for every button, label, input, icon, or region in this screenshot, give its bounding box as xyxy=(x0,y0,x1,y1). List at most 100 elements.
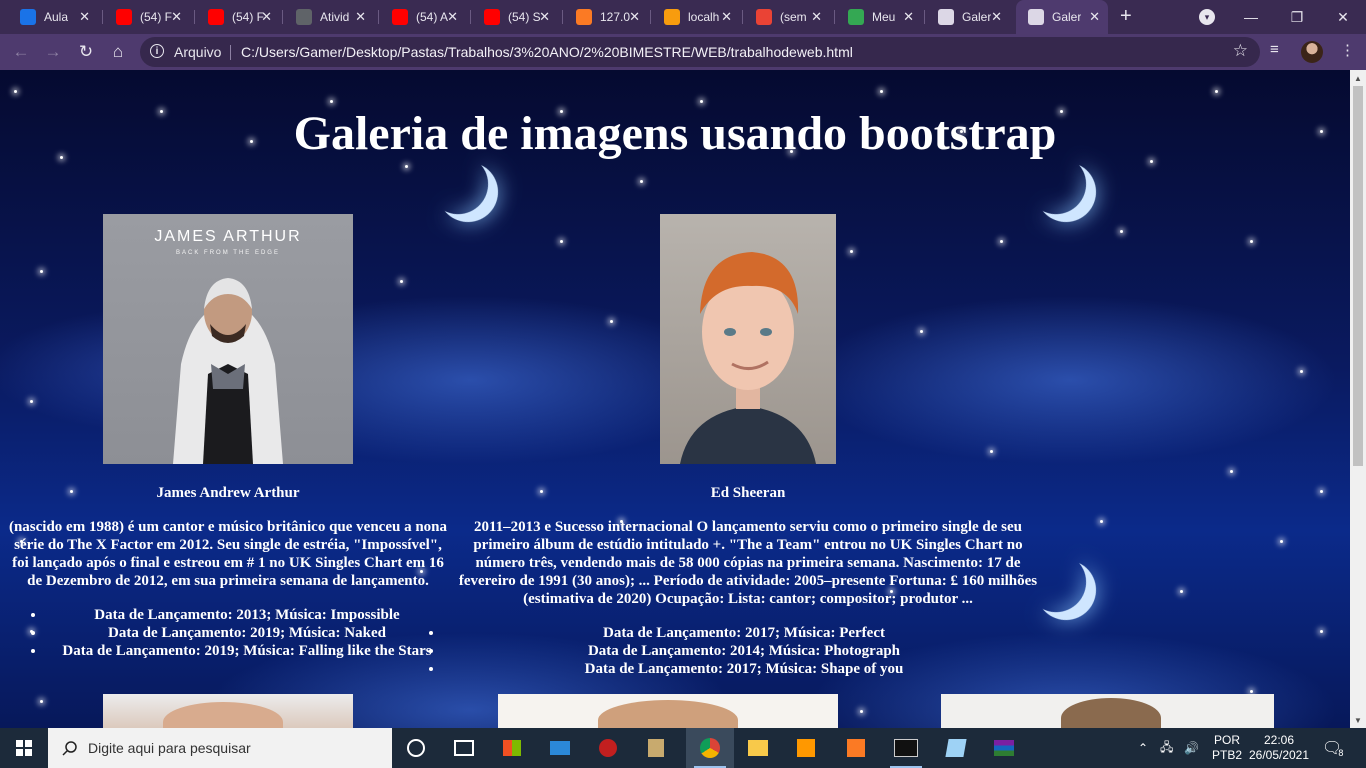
star-decoration xyxy=(560,240,563,243)
tray-chevron-icon[interactable]: ⌃ xyxy=(1138,728,1148,768)
taskbar-search-box[interactable]: Digite aqui para pesquisar xyxy=(48,728,392,768)
browser-tab[interactable]: (54) F ✕ xyxy=(196,0,280,34)
volume-icon[interactable]: 🔊 xyxy=(1184,728,1199,768)
artist-card-james-arthur: James Andrew Arthur (nascido em 1988) é … xyxy=(8,484,448,660)
task-view-icon[interactable] xyxy=(440,728,488,768)
tab-title: Galer xyxy=(1052,10,1082,24)
search-placeholder: Digite aqui para pesquisar xyxy=(88,740,251,756)
star-decoration xyxy=(1280,540,1283,543)
chrome-icon[interactable] xyxy=(686,728,734,768)
browser-tab[interactable]: Galer ✕ xyxy=(926,0,1010,34)
tab-title: Galer xyxy=(962,10,992,24)
input-language[interactable]: POR PTB2 xyxy=(1212,728,1242,768)
close-tab-icon[interactable]: ✕ xyxy=(447,9,458,25)
network-icon[interactable]: 🖧 xyxy=(1160,728,1173,768)
tab-separator xyxy=(102,10,103,24)
star-decoration xyxy=(1180,590,1183,593)
start-button[interactable] xyxy=(0,728,48,768)
star-decoration xyxy=(860,710,863,713)
tab-separator xyxy=(924,10,925,24)
tab-search-icon[interactable]: ▾ xyxy=(1199,9,1215,25)
close-window-button[interactable]: ✕ xyxy=(1320,0,1366,34)
scroll-up-arrow-icon[interactable]: ▲ xyxy=(1350,70,1366,86)
star-decoration xyxy=(40,270,43,273)
xampp-icon[interactable] xyxy=(832,728,880,768)
browser-tab[interactable]: Ativid ✕ xyxy=(284,0,374,34)
song-list: Data de Lançamento: 2017; Música: Perfec… xyxy=(444,624,1044,678)
browser-menu-icon[interactable]: ⋮ xyxy=(1340,41,1355,59)
address-bar[interactable]: i Arquivo C:/Users/Gamer/Desktop/Pastas/… xyxy=(140,37,1260,67)
sublime-text-icon[interactable] xyxy=(782,728,830,768)
tab-separator xyxy=(378,10,379,24)
classroom-icon xyxy=(20,9,36,25)
youtube-icon xyxy=(208,9,224,25)
clock-time: 22:06 xyxy=(1263,733,1295,747)
star-decoration xyxy=(700,100,703,103)
paint-icon[interactable] xyxy=(932,728,980,768)
browser-tab[interactable]: 127.0 ✕ xyxy=(564,0,648,34)
song-item: Data de Lançamento: 2014; Música: Photog… xyxy=(444,642,1044,660)
browser-tab[interactable]: Galer ✕ xyxy=(1016,0,1108,34)
browser-tab[interactable]: (54) A ✕ xyxy=(380,0,466,34)
close-tab-icon[interactable]: ✕ xyxy=(811,9,822,25)
reading-list-icon[interactable]: ≡ xyxy=(1270,41,1279,58)
close-tab-icon[interactable]: ✕ xyxy=(721,9,732,25)
star-decoration xyxy=(1320,630,1323,633)
browser-tab[interactable]: Meu ✕ xyxy=(836,0,922,34)
artist-description: (nascido em 1988) é um cantor e músico b… xyxy=(8,519,448,589)
close-tab-icon[interactable]: ✕ xyxy=(629,9,640,25)
scrollbar-thumb[interactable] xyxy=(1353,86,1363,466)
keyboard-layout: PTB2 xyxy=(1212,748,1243,762)
profile-avatar[interactable] xyxy=(1301,41,1323,63)
browser-tab[interactable]: Aula ✕ xyxy=(8,0,98,34)
notification-count: 8 xyxy=(1338,748,1344,758)
close-tab-icon[interactable]: ✕ xyxy=(79,9,90,25)
browser-toolbar: ← → ↻ ⌂ i Arquivo C:/Users/Gamer/Desktop… xyxy=(0,34,1366,70)
close-tab-icon[interactable]: ✕ xyxy=(991,9,1002,25)
moon-decoration xyxy=(430,154,507,231)
page-scrollbar[interactable]: ▲ ▼ xyxy=(1350,70,1366,728)
back-button[interactable]: ← xyxy=(10,41,32,63)
artist-name: James Andrew Arthur xyxy=(156,485,300,501)
close-tab-icon[interactable]: ✕ xyxy=(261,9,272,25)
tab-separator xyxy=(470,10,471,24)
forward-button[interactable]: → xyxy=(42,41,64,63)
close-tab-icon[interactable]: ✕ xyxy=(903,9,914,25)
browser-tab[interactable]: (54) F ✕ xyxy=(104,0,190,34)
notifications-icon[interactable]: 🗨 8 xyxy=(1322,728,1343,768)
minimize-button[interactable]: — xyxy=(1228,0,1274,34)
mail-icon[interactable] xyxy=(536,728,584,768)
league-of-legends-icon[interactable] xyxy=(632,728,680,768)
artist-description: 2011–2013 e Sucesso internacional O lanç… xyxy=(458,519,1038,607)
close-tab-icon[interactable]: ✕ xyxy=(355,9,366,25)
star-decoration xyxy=(30,400,33,403)
site-info-icon[interactable]: i xyxy=(150,44,164,58)
home-button[interactable]: ⌂ xyxy=(107,41,129,63)
browser-tab[interactable]: (sem ✕ xyxy=(744,0,830,34)
browser-tab[interactable]: localh ✕ xyxy=(652,0,740,34)
star-decoration xyxy=(1100,520,1103,523)
star-decoration xyxy=(610,320,613,323)
classroom-assignment-icon xyxy=(296,9,312,25)
cortana-icon[interactable] xyxy=(392,728,440,768)
youtube-icon xyxy=(484,9,500,25)
maximize-button[interactable]: ❐ xyxy=(1274,0,1320,34)
game-app-icon[interactable] xyxy=(584,728,632,768)
bookmark-star-icon[interactable]: ☆ xyxy=(1233,41,1248,61)
close-tab-icon[interactable]: ✕ xyxy=(539,9,550,25)
scroll-down-arrow-icon[interactable]: ▼ xyxy=(1350,712,1366,728)
address-url[interactable]: C:/Users/Gamer/Desktop/Pastas/Trabalhos/… xyxy=(241,44,853,60)
song-item: Data de Lançamento: 2019; Música: Fallin… xyxy=(46,642,448,660)
terminal-icon[interactable] xyxy=(882,728,930,768)
browser-tab[interactable]: (54) S ✕ xyxy=(472,0,558,34)
winrar-icon[interactable] xyxy=(980,728,1028,768)
globe-icon xyxy=(1028,9,1044,25)
store-icon[interactable] xyxy=(488,728,536,768)
close-tab-icon[interactable]: ✕ xyxy=(171,9,182,25)
close-tab-icon[interactable]: ✕ xyxy=(1089,9,1100,25)
new-tab-button[interactable]: + xyxy=(1120,5,1132,28)
reload-button[interactable]: ↻ xyxy=(75,41,97,63)
file-explorer-icon[interactable] xyxy=(734,728,782,768)
ed-sheeran-portrait-drawing xyxy=(680,252,816,464)
clock[interactable]: 22:06 26/05/2021 xyxy=(1248,728,1310,768)
